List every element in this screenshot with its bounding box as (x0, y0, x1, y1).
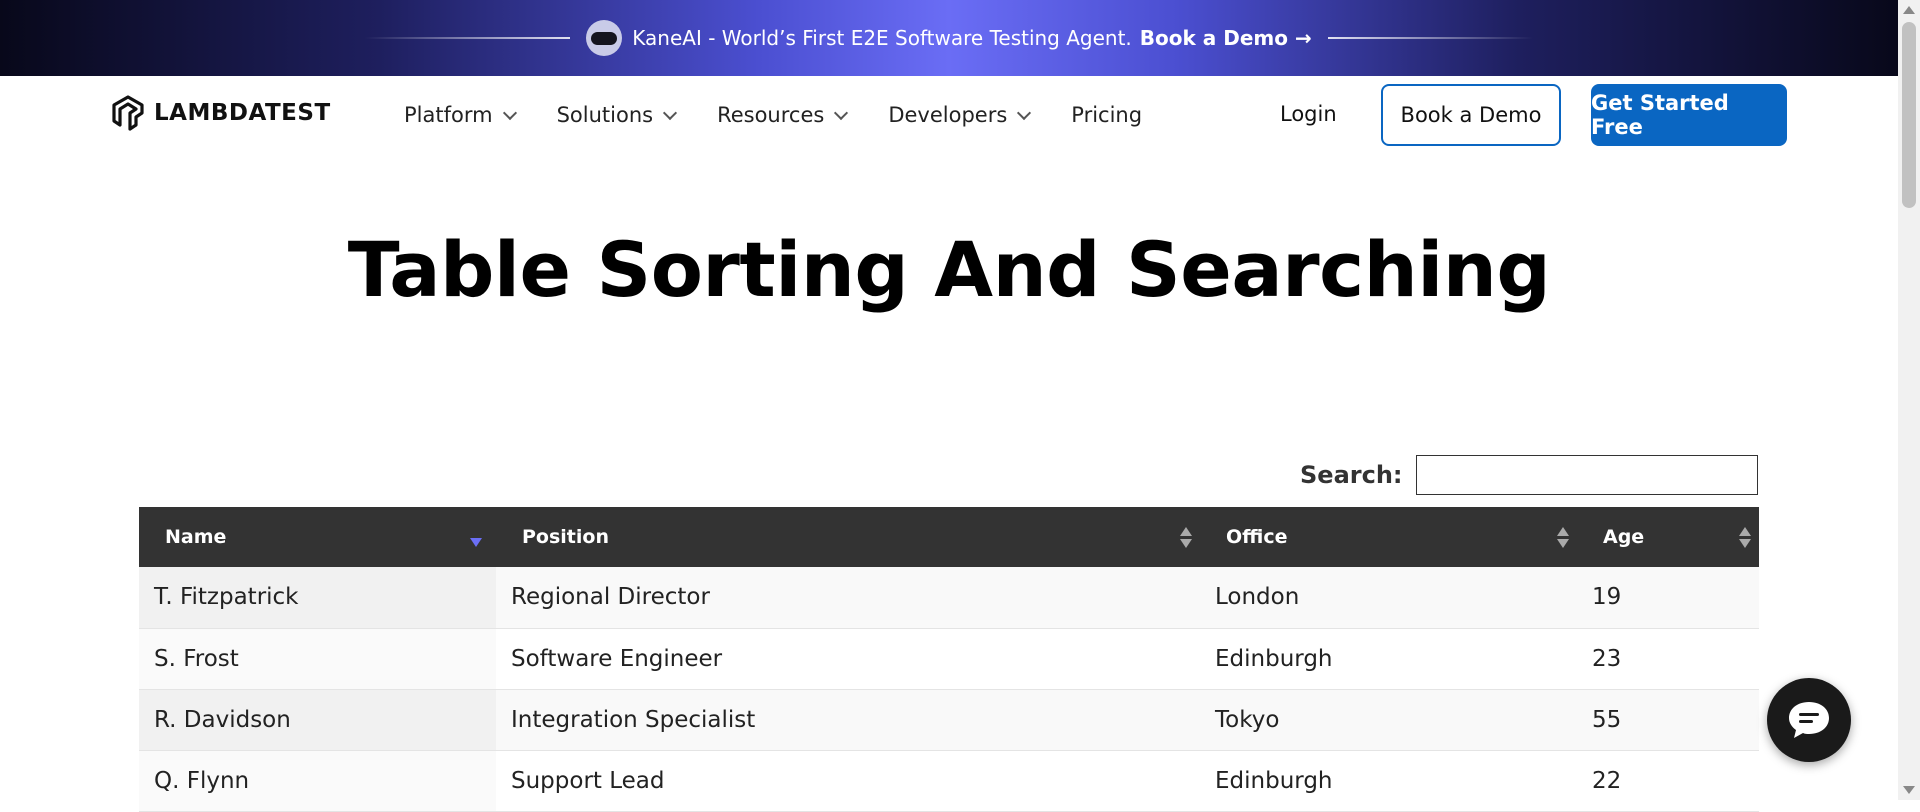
scrollbar-thumb[interactable] (1902, 22, 1916, 208)
logo-text: LAMBDATEST (154, 100, 331, 126)
column-header-position[interactable]: Position (496, 507, 1200, 567)
book-demo-button[interactable]: Book a Demo (1381, 84, 1561, 146)
column-header-office[interactable]: Office (1200, 507, 1577, 567)
kaneai-avatar-icon (586, 20, 623, 56)
promo-divider-left (365, 37, 571, 39)
column-header-name[interactable]: Name (139, 507, 496, 567)
cell-position: Software Engineer (511, 645, 723, 672)
get-started-free-button[interactable]: Get Started Free (1591, 84, 1787, 146)
chat-bubble-icon (1789, 702, 1829, 738)
promo-content[interactable]: KaneAI - World’s First E2E Software Test… (586, 20, 1312, 56)
scroll-down-arrow-icon[interactable] (1903, 786, 1915, 794)
column-header-label: Office (1226, 526, 1288, 548)
promo-text: KaneAI - World’s First E2E Software Test… (632, 26, 1132, 50)
cell-position: Support Lead (511, 767, 665, 794)
nav-item-platform[interactable]: Platform (404, 103, 517, 127)
nav-item-label: Platform (404, 103, 493, 127)
column-header-age[interactable]: Age (1577, 507, 1759, 567)
chevron-down-icon (502, 105, 517, 120)
cell-position: Regional Director (511, 584, 710, 611)
page-title: Table Sorting And Searching (347, 225, 1551, 314)
column-header-label: Position (522, 526, 609, 548)
cell-position: Integration Specialist (511, 706, 756, 733)
nav-item-label: Resources (717, 103, 825, 127)
nav-item-label: Solutions (556, 103, 654, 127)
cell-office: Tokyo (1215, 706, 1280, 733)
login-link[interactable]: Login (1280, 102, 1337, 126)
column-header-label: Age (1603, 526, 1645, 548)
column-header-label: Name (165, 526, 227, 548)
data-table: Name Position Office Age T. Fitzpatrick … (139, 507, 1759, 812)
table-search: Search: (1300, 455, 1758, 495)
nav-item-developers[interactable]: Developers (888, 103, 1032, 127)
cell-age: 19 (1592, 584, 1622, 611)
table-row: Q. Flynn Support Lead Edinburgh 22 (139, 750, 1759, 811)
sort-both-icon (1739, 527, 1751, 549)
table-row: R. Davidson Integration Specialist Tokyo… (139, 689, 1759, 750)
cell-name: T. Fitzpatrick (139, 567, 496, 628)
nav-menu: Platform Solutions Resources Developers … (404, 76, 1184, 154)
cell-name: Q. Flynn (139, 750, 496, 811)
nav-item-solutions[interactable]: Solutions (556, 103, 678, 127)
promo-book-demo-link[interactable]: Book a Demo → (1140, 26, 1312, 50)
promo-banner: KaneAI - World’s First E2E Software Test… (0, 0, 1898, 76)
chevron-down-icon (1017, 105, 1032, 120)
cell-office: London (1215, 584, 1300, 611)
cell-age: 55 (1592, 706, 1622, 733)
sort-descending-icon (470, 538, 482, 547)
sort-both-icon (1557, 527, 1569, 549)
chevron-down-icon (663, 105, 678, 120)
cell-name: R. Davidson (139, 689, 496, 750)
lambdatest-logo[interactable]: LAMBDATEST (110, 94, 331, 132)
promo-divider-right (1327, 37, 1533, 39)
main-navbar: LAMBDATEST Platform Solutions Resources … (0, 76, 1898, 154)
nav-item-pricing[interactable]: Pricing (1071, 103, 1142, 127)
page-scrollbar[interactable] (1898, 0, 1920, 800)
nav-item-resources[interactable]: Resources (717, 103, 849, 127)
table-row: T. Fitzpatrick Regional Director London … (139, 567, 1759, 628)
cell-name: S. Frost (139, 628, 496, 689)
table-header-row: Name Position Office Age (139, 507, 1759, 567)
chat-widget-button[interactable] (1767, 678, 1851, 762)
search-label: Search: (1300, 461, 1403, 489)
search-input[interactable] (1415, 455, 1758, 495)
nav-item-label: Pricing (1071, 103, 1143, 127)
lambdatest-logo-icon (112, 95, 144, 131)
chevron-down-icon (834, 105, 849, 120)
cell-age: 22 (1592, 767, 1622, 794)
scroll-up-arrow-icon[interactable] (1903, 6, 1915, 14)
cell-office: Edinburgh (1215, 645, 1333, 672)
cell-age: 23 (1592, 645, 1622, 672)
table-row: S. Frost Software Engineer Edinburgh 23 (139, 628, 1759, 689)
sort-both-icon (1180, 527, 1192, 549)
nav-item-label: Developers (888, 103, 1008, 127)
cell-office: Edinburgh (1215, 767, 1333, 794)
